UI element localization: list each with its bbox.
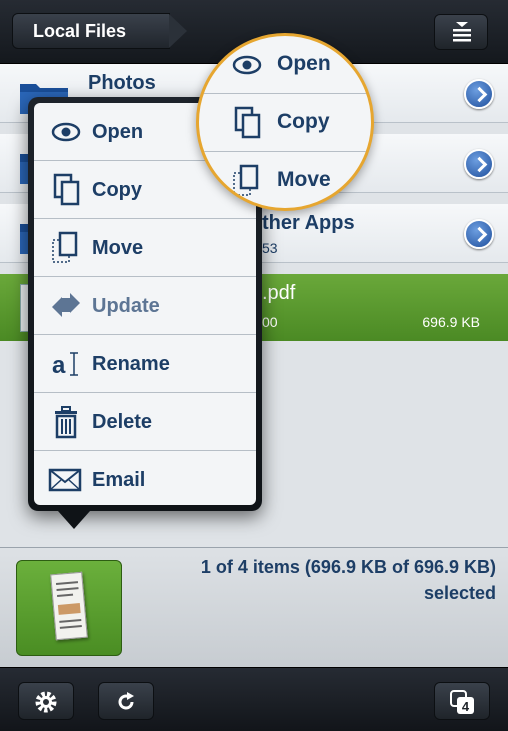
menu-button[interactable] (434, 14, 488, 50)
eye-icon (51, 122, 81, 142)
menu-item-email[interactable]: Email (34, 451, 256, 505)
menu-item-move[interactable]: Move (34, 219, 256, 277)
magnified-item-move: Move (199, 152, 371, 208)
document-thumbnail-icon (50, 571, 88, 641)
selection-status-bar: 1 of 4 items (696.9 KB of 696.9 KB) sele… (0, 547, 508, 667)
eye-icon (232, 55, 262, 75)
menu-item-rename[interactable]: a Rename (34, 335, 256, 393)
folder-name: ther Apps (262, 212, 355, 234)
menu-item-delete[interactable]: Delete (34, 393, 256, 451)
refresh-button[interactable] (98, 682, 154, 720)
copy-icon (234, 106, 261, 139)
magnified-label: Open (277, 52, 331, 75)
bottom-toolbar: 4 (0, 667, 508, 731)
menu-item-update[interactable]: Update (34, 277, 256, 335)
window-count-badge: 4 (462, 699, 470, 714)
disclosure-button[interactable] (464, 149, 494, 179)
svg-text:a: a (52, 352, 66, 379)
magnified-item-copy: Copy (199, 94, 371, 152)
folder-name: Photos (88, 72, 156, 94)
list-menu-icon (453, 22, 471, 42)
disclosure-button[interactable] (464, 219, 494, 249)
file-name: .pdf (262, 282, 296, 304)
menu-item-label: Rename (92, 353, 170, 375)
settings-button[interactable] (18, 682, 74, 720)
refresh-icon (118, 692, 134, 710)
file-subtitle: 00 (262, 314, 278, 330)
menu-item-label: Copy (92, 179, 142, 201)
menu-item-label: Open (92, 121, 144, 143)
menu-item-label: Email (92, 469, 146, 491)
gear-icon (35, 691, 57, 713)
file-size: 696.9 KB (422, 314, 480, 330)
magnified-label: Move (277, 168, 331, 191)
menu-item-label: Move (92, 237, 144, 259)
move-icon (233, 164, 259, 196)
folder-subtitle: 53 (262, 240, 278, 256)
envelope-icon (48, 468, 82, 492)
breadcrumb-local-files[interactable]: Local Files (12, 13, 187, 49)
trash-icon (55, 406, 77, 439)
selected-file-preview[interactable] (16, 560, 122, 656)
magnifier-loupe: Open Copy Move (196, 33, 374, 211)
magnified-item-open: Open (199, 36, 371, 94)
update-arrows-icon (52, 293, 80, 317)
menu-item-label: Update (92, 295, 160, 317)
move-icon (52, 231, 78, 263)
disclosure-button[interactable] (464, 79, 494, 109)
windows-stack-icon: 4 (450, 690, 474, 714)
menu-item-label: Delete (92, 411, 153, 433)
selection-summary: 1 of 4 items (696.9 KB of 696.9 KB) sele… (200, 557, 496, 603)
rename-text-cursor-icon: a (52, 352, 78, 379)
magnified-label: Copy (277, 110, 330, 133)
windows-button[interactable]: 4 (434, 682, 490, 720)
copy-icon (53, 173, 80, 206)
